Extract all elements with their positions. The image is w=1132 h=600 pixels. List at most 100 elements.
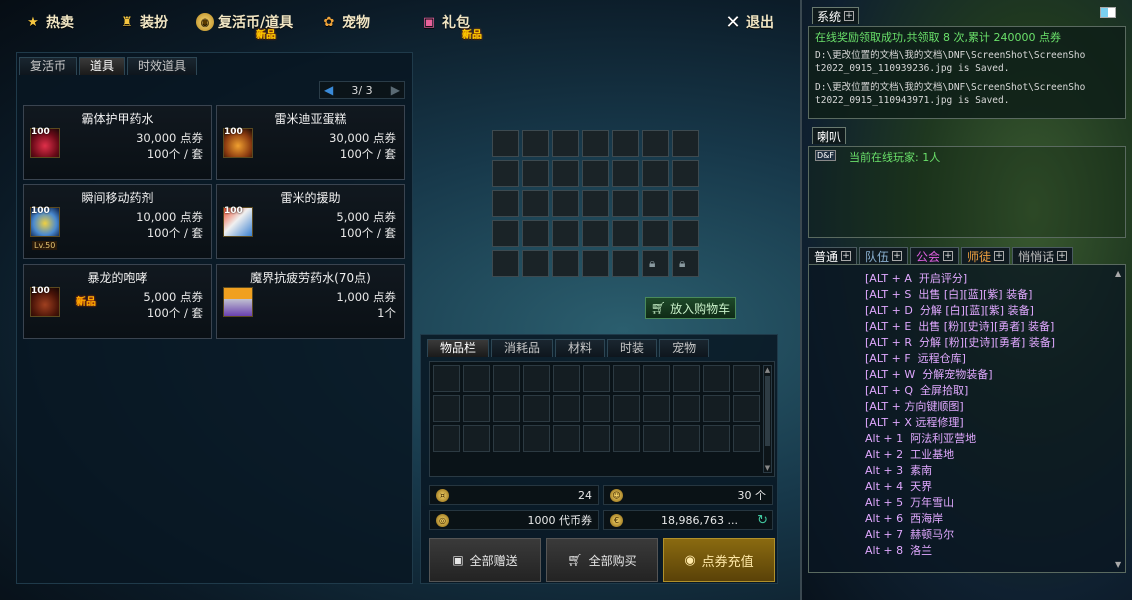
- preview-slot[interactable]: [492, 220, 519, 247]
- inventory-slot[interactable]: [643, 395, 670, 422]
- tab-revive-coin[interactable]: 复活币: [19, 57, 78, 75]
- preview-slot[interactable]: [612, 130, 639, 157]
- scroll-up-icon[interactable]: ▲: [1115, 269, 1121, 278]
- plus-icon[interactable]: +: [841, 251, 852, 261]
- plus-icon[interactable]: +: [892, 251, 903, 261]
- preview-slot[interactable]: [642, 220, 669, 247]
- preview-slot[interactable]: [552, 190, 579, 217]
- preview-slot[interactable]: [612, 190, 639, 217]
- tab-inventory[interactable]: 物品栏: [427, 339, 490, 357]
- inventory-slot[interactable]: [523, 365, 550, 392]
- plus-icon[interactable]: +: [844, 11, 855, 21]
- preview-slot[interactable]: [552, 220, 579, 247]
- preview-slot[interactable]: [582, 220, 609, 247]
- inventory-slot[interactable]: [523, 425, 550, 452]
- preview-slot[interactable]: [492, 160, 519, 187]
- inventory-slot[interactable]: [643, 425, 670, 452]
- preview-slot[interactable]: [492, 130, 519, 157]
- scroll-down-icon[interactable]: ▼: [1115, 560, 1121, 569]
- inventory-slot[interactable]: [643, 365, 670, 392]
- shop-item-card[interactable]: 暴龙的咆哮 100 新品 5,000 点券 100个 / 套: [23, 264, 212, 339]
- shop-item-card[interactable]: 魔界抗疲劳药水(70点) 1,000 点券 1个: [216, 264, 405, 339]
- preview-slot[interactable]: [642, 130, 669, 157]
- preview-slot[interactable]: [492, 250, 519, 277]
- tab-chat-normal[interactable]: 普通 +: [808, 247, 858, 264]
- inventory-slot[interactable]: [703, 365, 730, 392]
- inventory-slot[interactable]: [523, 395, 550, 422]
- preview-slot[interactable]: [552, 160, 579, 187]
- shop-item-card[interactable]: 瞬间移动药剂 100 Lv.50 10,000 点券 100个 / 套: [23, 184, 212, 259]
- preview-slot[interactable]: [522, 250, 549, 277]
- preview-slot[interactable]: [672, 160, 699, 187]
- inventory-slot[interactable]: [433, 425, 460, 452]
- inventory-slot[interactable]: [673, 425, 700, 452]
- scroll-down-icon[interactable]: ▼: [764, 464, 771, 472]
- tab-costume[interactable]: 时装: [607, 339, 658, 357]
- tab-pet[interactable]: 宠物: [659, 339, 710, 357]
- refresh-icon[interactable]: ↻: [757, 513, 768, 528]
- add-to-cart-button[interactable]: 🛒︎ 放入购物车: [645, 297, 736, 319]
- preview-slot[interactable]: [552, 130, 579, 157]
- preview-slot[interactable]: [582, 250, 609, 277]
- preview-slot[interactable]: [672, 190, 699, 217]
- plus-icon[interactable]: +: [943, 251, 954, 261]
- preview-slot[interactable]: [522, 190, 549, 217]
- preview-slot[interactable]: [522, 160, 549, 187]
- inventory-slot[interactable]: [673, 395, 700, 422]
- scroll-up-icon[interactable]: ▲: [764, 366, 771, 374]
- inventory-slot[interactable]: [583, 395, 610, 422]
- preview-slot[interactable]: [642, 160, 669, 187]
- inventory-slot[interactable]: [553, 395, 580, 422]
- inventory-slot[interactable]: [583, 425, 610, 452]
- shop-item-card[interactable]: 霸体护甲药水 100 30,000 点券 100个 / 套: [23, 105, 212, 180]
- inventory-slot[interactable]: [463, 395, 490, 422]
- inventory-slot[interactable]: [673, 365, 700, 392]
- inventory-slot[interactable]: [613, 395, 640, 422]
- tab-timed-items[interactable]: 时效道具: [127, 57, 198, 75]
- menu-pet[interactable]: ✿ 宠物: [320, 12, 370, 32]
- menu-revive-items[interactable]: ◉ 复活币/道具: [196, 12, 293, 32]
- preview-slot[interactable]: [672, 220, 699, 247]
- preview-slot[interactable]: [582, 130, 609, 157]
- preview-slot[interactable]: [582, 190, 609, 217]
- menu-costume[interactable]: ♜ 装扮: [118, 12, 168, 32]
- exit-button[interactable]: ✕ 退出: [724, 12, 774, 33]
- inventory-slot[interactable]: [493, 365, 520, 392]
- preview-slot[interactable]: [582, 160, 609, 187]
- inventory-slot[interactable]: [493, 395, 520, 422]
- inventory-slot[interactable]: [733, 395, 760, 422]
- tab-system[interactable]: 系统 +: [812, 7, 860, 24]
- preview-slot[interactable]: [522, 220, 549, 247]
- preview-slot[interactable]: [522, 130, 549, 157]
- inventory-slot[interactable]: [703, 395, 730, 422]
- tab-items[interactable]: 道具: [79, 57, 126, 75]
- tab-materials[interactable]: 材料: [555, 339, 606, 357]
- inventory-scrollbar[interactable]: ▲ ▼: [763, 365, 772, 473]
- preview-slot[interactable]: [612, 160, 639, 187]
- tab-chat-mentor[interactable]: 师徒 +: [961, 247, 1011, 264]
- plus-icon[interactable]: +: [994, 251, 1005, 261]
- inventory-slot[interactable]: [613, 425, 640, 452]
- inventory-slot[interactable]: [463, 425, 490, 452]
- inventory-slot[interactable]: [733, 365, 760, 392]
- preview-slot[interactable]: [552, 250, 579, 277]
- preview-slot[interactable]: [492, 190, 519, 217]
- prev-page-arrow-icon[interactable]: ◀: [324, 83, 333, 97]
- recharge-button[interactable]: ◉ 点券充值: [663, 538, 775, 582]
- tab-chat-party[interactable]: 队伍 +: [859, 247, 909, 264]
- shop-item-card[interactable]: 雷米的援助 100 5,000 点券 100个 / 套: [216, 184, 405, 259]
- tab-chat-whisper[interactable]: 悄悄话 +: [1012, 247, 1074, 264]
- plus-icon[interactable]: +: [1057, 251, 1068, 261]
- gift-all-button[interactable]: ▣ 全部赠送: [429, 538, 541, 582]
- inventory-slot[interactable]: [703, 425, 730, 452]
- inventory-slot[interactable]: [553, 365, 580, 392]
- preview-slot[interactable]: [612, 250, 639, 277]
- window-toggle-icon[interactable]: [1100, 7, 1116, 18]
- inventory-slot[interactable]: [613, 365, 640, 392]
- scroll-thumb[interactable]: [765, 376, 770, 446]
- preview-slot[interactable]: [642, 190, 669, 217]
- inventory-slot[interactable]: [463, 365, 490, 392]
- menu-hot[interactable]: ★ 热卖: [24, 12, 74, 32]
- inventory-slot[interactable]: [433, 365, 460, 392]
- inventory-slot[interactable]: [433, 395, 460, 422]
